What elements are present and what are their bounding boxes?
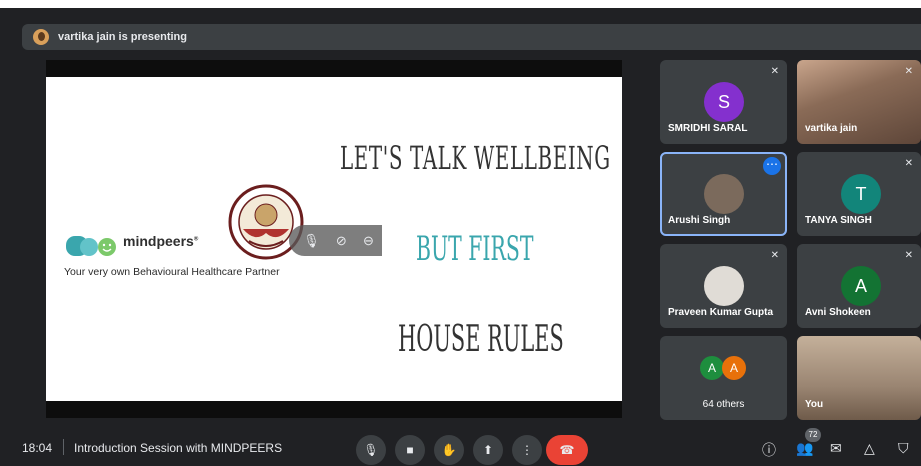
avatar: A: [841, 266, 881, 306]
presenting-text: vartika jain is presenting: [58, 31, 187, 43]
participant-name: vartika jain: [805, 123, 858, 134]
participant-name: Arushi Singh: [668, 215, 731, 226]
end-call-icon: ☎: [559, 443, 575, 457]
participant-name: TANYA SINGH: [805, 215, 872, 226]
avatar: [704, 174, 744, 214]
avatar: [704, 266, 744, 306]
minimize-icon[interactable]: ⊖: [363, 233, 374, 249]
bottom-bar: 18:04 Introduction Session with MINDPEER…: [0, 426, 921, 466]
info-icon[interactable]: ⓘ: [762, 440, 776, 460]
mic-off-icon: ✕: [904, 250, 913, 261]
avatar: A: [700, 356, 724, 380]
avatar: S: [704, 82, 744, 122]
hide-icon[interactable]: ⊘: [336, 233, 347, 249]
present-icon: ⬆: [482, 443, 494, 457]
host-controls-icon[interactable]: ⛉: [898, 440, 909, 457]
participant-tile-smridhi[interactable]: ✕ S SMRIDHI SARAL: [660, 60, 787, 144]
slide-title-but-first: BUT FIRST: [416, 229, 534, 269]
participant-tile-arushi[interactable]: ⋯ Arushi Singh: [660, 152, 787, 236]
more-vert-icon: ⋮: [521, 443, 533, 457]
slide-title-wellbeing: LET'S TALK WELLBEING: [340, 139, 611, 177]
mindpeers-wordmark: mindpeers®: [123, 233, 199, 249]
presentation-area[interactable]: mindpeers® Your very own Behavioural Hea…: [46, 60, 622, 418]
meeting-clock: 18:04: [22, 441, 53, 455]
presenter-avatar: [33, 29, 49, 45]
avatar: A: [722, 356, 746, 380]
slide-title-house-rules: HOUSE RULES: [398, 319, 564, 360]
mic-off-icon: ✕: [904, 66, 913, 77]
present-button[interactable]: ⬆: [473, 435, 503, 465]
hand-icon: ✋: [441, 443, 457, 457]
mic-button[interactable]: 🎙: [356, 435, 386, 465]
participant-tile-praveen[interactable]: ✕ Praveen Kumar Gupta: [660, 244, 787, 328]
mic-off-icon: ✕: [904, 158, 913, 169]
raise-hand-button[interactable]: ✋: [434, 435, 464, 465]
avatar: T: [841, 174, 881, 214]
chat-icon[interactable]: ✉: [830, 440, 842, 457]
mic-off-icon: ✕: [770, 66, 779, 77]
participant-tile-tanya[interactable]: ✕ T TANYA SINGH: [797, 152, 921, 236]
slide-tagline: Your very own Behavioural Healthcare Par…: [64, 266, 280, 278]
more-horiz-icon[interactable]: ⋯: [763, 157, 781, 175]
camera-button[interactable]: ■: [395, 435, 425, 465]
mindpeers-logo: [66, 236, 116, 256]
slide: mindpeers® Your very own Behavioural Hea…: [46, 77, 622, 401]
mic-off-icon[interactable]: 🎙: [303, 233, 320, 249]
more-options-button[interactable]: ⋮: [512, 435, 542, 465]
participant-tile-avni[interactable]: ✕ A Avni Shokeen: [797, 244, 921, 328]
meet-window: vartika jain is presenting mindpeers® Yo…: [0, 8, 921, 466]
presenting-banner: vartika jain is presenting: [22, 24, 921, 50]
meeting-title: Introduction Session with MINDPEERS: [74, 441, 283, 455]
participant-name: SMRIDHI SARAL: [668, 123, 748, 134]
participant-tile-others[interactable]: A A 64 others: [660, 336, 787, 420]
activities-icon[interactable]: △: [864, 440, 875, 457]
divider: [63, 439, 64, 455]
participant-name: Praveen Kumar Gupta: [668, 307, 774, 318]
leave-call-button[interactable]: ☎: [546, 435, 588, 465]
mic-icon: 🎙: [363, 443, 379, 457]
participant-name: Avni Shokeen: [805, 307, 871, 318]
participant-tile-you[interactable]: You: [797, 336, 921, 420]
camera-icon: ■: [406, 443, 414, 457]
self-view-overlay-controls: 🎙 ⊘ ⊖: [289, 225, 382, 256]
participant-tile-vartika[interactable]: ✕ vartika jain: [797, 60, 921, 144]
people-icon[interactable]: 👥: [796, 440, 813, 457]
mic-off-icon: ✕: [770, 250, 779, 261]
others-count: 64 others: [702, 399, 745, 410]
participant-name: You: [805, 399, 824, 410]
